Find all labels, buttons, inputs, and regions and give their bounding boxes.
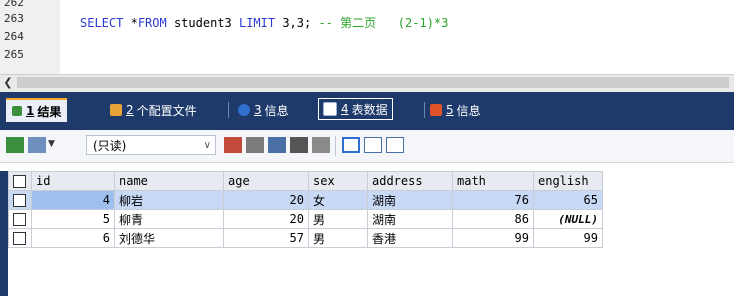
table-row[interactable]: 6 刘德华 57 男 香港 99 99 [8,228,603,248]
tab-info-5[interactable]: 5 信息 [430,98,481,122]
sql-text: 3,3; [275,16,319,30]
scroll-left-arrow-icon[interactable]: ❮ [2,76,14,90]
duplicate-row-icon[interactable] [246,137,264,153]
tab-label: 信息 [264,103,289,118]
profile-icon [110,104,122,116]
delete-icon[interactable] [290,137,308,153]
save-icon[interactable] [268,137,286,153]
cell-name[interactable]: 刘德华 [114,228,224,248]
tab-number: 3 [254,103,262,117]
column-header[interactable]: name [114,171,224,191]
column-header[interactable]: age [223,171,309,191]
tab-info-3[interactable]: 3 信息 [238,98,289,122]
toolbar-divider [335,136,336,156]
cell-address[interactable]: 香港 [367,228,453,248]
cell-name[interactable]: 柳岩 [114,190,224,210]
sql-text: * [123,16,138,30]
tab-profiles[interactable]: 2 个配置文件 [110,98,197,122]
cell-age[interactable]: 20 [223,190,309,210]
cell-sex[interactable]: 女 [308,190,368,210]
column-header[interactable]: sex [308,171,368,191]
results-toolbar: ▼ (只读) ∨ [0,130,734,163]
column-header[interactable]: address [367,171,453,191]
cell-math[interactable]: 99 [452,228,534,248]
row-checkbox[interactable] [8,190,32,210]
tab-number: 5 [446,103,454,117]
cell-math[interactable]: 76 [452,190,534,210]
select-all-checkbox[interactable] [8,171,32,191]
tab-label: 个配置文件 [136,103,197,118]
column-header[interactable]: math [452,171,534,191]
tab-divider [424,102,425,118]
tab-number: 4 [341,102,349,116]
cell-address[interactable]: 湖南 [367,190,453,210]
cell-sex[interactable]: 男 [308,228,368,248]
tab-label: 信息 [456,103,481,118]
tab-number: 2 [126,103,134,117]
column-header[interactable]: english [533,171,603,191]
sql-editor[interactable]: 262 263 264 265 SELECT *FROM student3 LI… [0,0,734,74]
sql-keyword: LIMIT [238,16,276,30]
tab-results[interactable]: 1 结果 [6,98,68,122]
line-number: 264 [4,30,24,43]
horizontal-scrollbar[interactable]: ❮ [0,74,734,92]
export-icon[interactable] [28,137,46,153]
cell-id[interactable]: 5 [31,209,115,229]
cell-english[interactable]: 99 [533,228,603,248]
chevron-down-icon[interactable]: ▼ [48,139,55,149]
result-tab-strip: 1 结果 2 个配置文件 3 信息 4 表数据 5 信息 [0,92,734,130]
left-edge-bar [0,171,8,296]
sql-keyword: FROM [137,16,167,30]
readonly-label: (只读) [93,139,127,153]
cell-age[interactable]: 57 [223,228,309,248]
cell-age[interactable]: 20 [223,209,309,229]
column-header[interactable]: id [31,171,115,191]
tab-label: 结果 [37,104,62,119]
table-row[interactable]: 4 柳岩 20 女 湖南 76 65 [8,190,603,210]
tab-table-data[interactable]: 4 表数据 [318,98,393,120]
cell-sex[interactable]: 男 [308,209,368,229]
tab-divider [228,102,229,118]
line-number: 263 [4,12,24,25]
cell-address[interactable]: 湖南 [367,209,453,229]
info-icon [238,104,250,116]
info-flag-icon [430,104,442,116]
line-number: 262 [4,0,24,9]
result-grid: id name age sex address math english 4 柳… [8,171,603,248]
cell-english[interactable]: (NULL) [533,209,603,229]
tab-number: 1 [26,104,35,118]
line-number: 265 [4,48,24,61]
table-row[interactable]: 5 柳青 20 男 湖南 86 (NULL) [8,209,603,229]
header-row: id name age sex address math english [8,171,603,191]
table-icon [323,102,337,116]
row-checkbox[interactable] [8,228,32,248]
cancel-icon[interactable] [312,137,330,153]
cell-math[interactable]: 86 [452,209,534,229]
line-number-gutter: 262 263 264 265 [0,0,60,74]
text-mode-icon[interactable] [386,137,404,153]
sql-text: student3 [166,16,239,30]
readonly-select[interactable]: (只读) ∨ [86,135,216,155]
cell-id[interactable]: 4 [31,190,115,210]
sql-line[interactable]: SELECT *FROM student3 LIMIT 3,3; -- 第二页 … [80,14,448,31]
row-checkbox[interactable] [8,209,32,229]
grid-view-icon[interactable] [6,137,24,153]
form-mode-icon[interactable] [364,137,382,153]
cell-english[interactable]: 65 [533,190,603,210]
add-row-icon[interactable] [224,137,242,153]
cell-name[interactable]: 柳青 [114,209,224,229]
tab-label: 表数据 [351,102,388,117]
cell-id[interactable]: 6 [31,228,115,248]
sql-comment: -- 第二页 (2-1)*3 [318,16,449,30]
scrollbar-thumb[interactable] [17,77,729,88]
grid-mode-icon[interactable] [342,137,360,153]
results-grid-icon [12,106,22,116]
chevron-down-icon: ∨ [203,140,211,151]
sql-keyword: SELECT [80,16,124,30]
